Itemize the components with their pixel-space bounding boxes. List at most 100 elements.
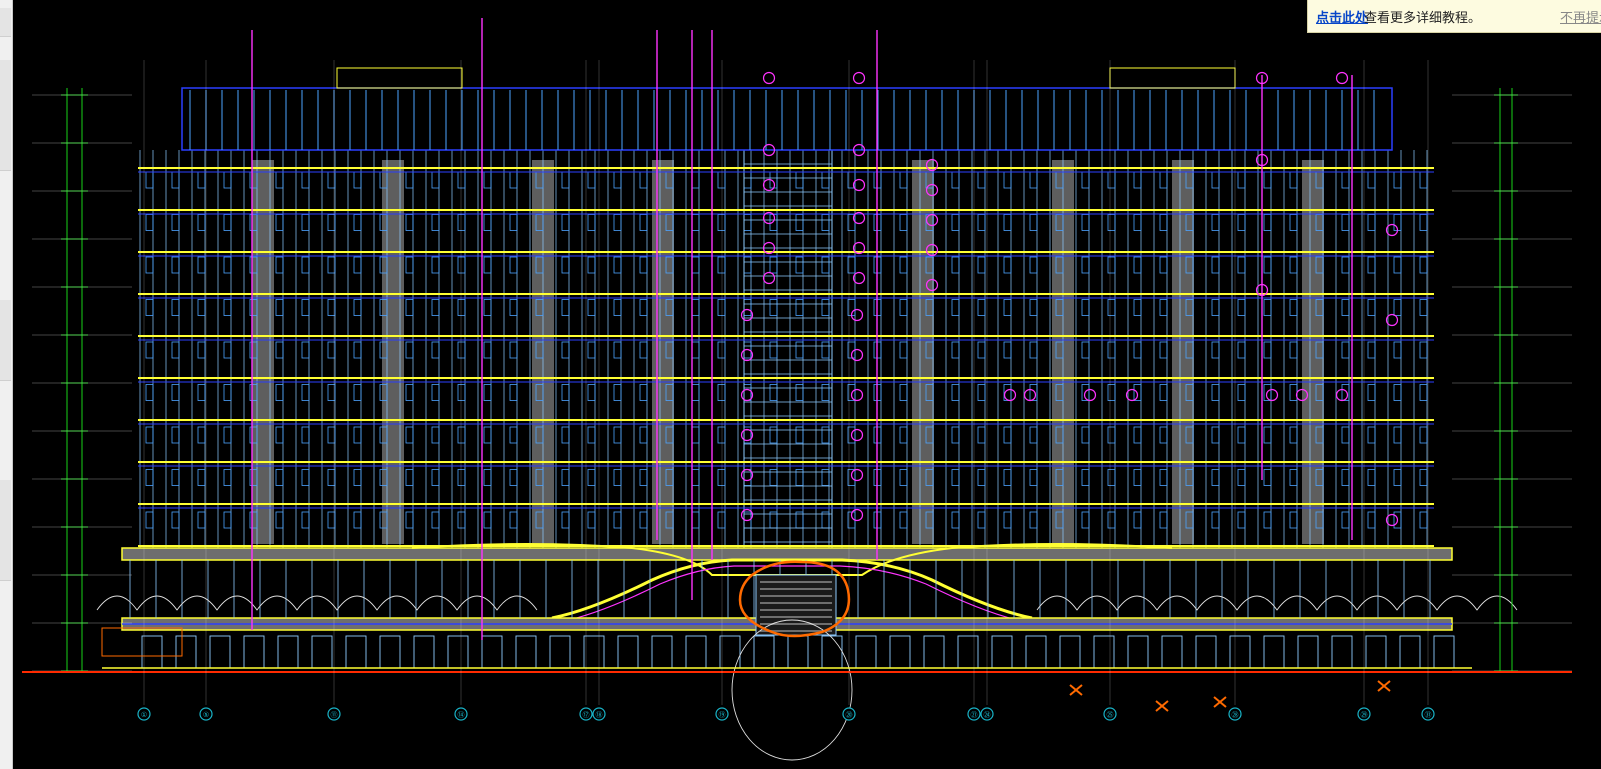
window-frame: [275, 256, 284, 274]
window-frame: [769, 341, 778, 359]
window-frame: [353, 426, 362, 444]
window-frame: [1237, 256, 1246, 274]
window-frame: [795, 341, 804, 359]
window-frame: [1107, 426, 1116, 444]
window-frame: [431, 256, 440, 274]
window-frame: [171, 469, 180, 486]
window-frame: [509, 426, 518, 444]
window-frame: [275, 214, 284, 231]
window-frame: [483, 511, 492, 529]
storefront-panel: [1127, 635, 1149, 669]
window-frame: [301, 469, 310, 486]
storefront-panel: [753, 635, 775, 669]
panel-tab[interactable]: [0, 300, 11, 381]
window-frame: [1419, 426, 1428, 444]
window-frame: [717, 469, 726, 486]
panel-tab[interactable]: [0, 60, 11, 171]
window-frame: [275, 469, 284, 486]
tutorial-link[interactable]: 点击此处: [1316, 7, 1368, 26]
window-frame: [1133, 299, 1142, 316]
window-frame: [1341, 469, 1350, 486]
window-frame: [899, 299, 908, 316]
window-frame: [457, 384, 466, 401]
window-frame: [483, 299, 492, 316]
window-frame: [1341, 341, 1350, 359]
roof-penthouse: [1109, 67, 1236, 89]
storefront-panel: [685, 635, 707, 669]
cad-elevation-drawing[interactable]: ① ⑤ ⑪ ⑭ ⑰⑱ ⑲ ⑳ ㉑㉔ ㉕ ㉘ ㉙ ㉛: [12, 0, 1601, 769]
window-frame: [1081, 256, 1090, 274]
window-frame: [1107, 214, 1116, 231]
window-frame: [457, 511, 466, 529]
window-frame: [821, 341, 830, 359]
storefront-panel: [515, 635, 537, 669]
window-frame: [509, 256, 518, 274]
window-frame: [1237, 299, 1246, 316]
window-frame: [1081, 171, 1090, 189]
window-frame: [1367, 469, 1376, 486]
storefront-panel: [311, 635, 333, 669]
window-frame: [587, 256, 596, 274]
roof-penthouse: [336, 67, 463, 89]
window-frame: [353, 299, 362, 316]
storefront-panel: [1093, 635, 1115, 669]
window-frame: [639, 469, 648, 486]
axis-label: ⑳: [846, 711, 853, 719]
window-frame: [951, 299, 960, 316]
storefront-panel: [855, 635, 877, 669]
window-frame: [769, 511, 778, 529]
window-frame: [951, 384, 960, 401]
window-frame: [1133, 341, 1142, 359]
window-frame: [1289, 384, 1298, 401]
window-frame: [1263, 469, 1272, 486]
window-frame: [1003, 341, 1012, 359]
column-band: [382, 160, 404, 544]
window-frame: [1341, 299, 1350, 316]
window-frame: [951, 341, 960, 359]
window-frame: [1289, 171, 1298, 189]
callout-bubble: [850, 308, 864, 322]
dismiss-tip-link[interactable]: 不再提示: [1560, 7, 1601, 26]
window-frame: [717, 426, 726, 444]
callout-bubble: [850, 508, 864, 522]
axis-label: ㉕: [1107, 711, 1114, 719]
window-frame: [1341, 511, 1350, 529]
window-frame: [457, 426, 466, 444]
storefront-panel: [923, 635, 945, 669]
window-frame: [951, 469, 960, 486]
window-frame: [457, 214, 466, 231]
window-frame: [1341, 171, 1350, 189]
window-frame: [405, 426, 414, 444]
window-frame: [1003, 214, 1012, 231]
window-frame: [1211, 341, 1220, 359]
storefront-panel: [549, 635, 571, 669]
window-frame: [639, 171, 648, 189]
window-frame: [821, 384, 830, 401]
window-frame: [301, 511, 310, 529]
callout-bubble: [1083, 388, 1097, 402]
panel-tab[interactable]: [0, 480, 11, 581]
window-frame: [1419, 214, 1428, 231]
window-frame: [1003, 511, 1012, 529]
window-frame: [1419, 256, 1428, 274]
storefront-panel: [1195, 635, 1217, 669]
storefront-panel: [277, 635, 299, 669]
window-frame: [1393, 469, 1402, 486]
window-frame: [743, 171, 752, 189]
window-frame: [1367, 171, 1376, 189]
window-frame: [457, 256, 466, 274]
window-frame: [353, 256, 362, 274]
window-frame: [353, 341, 362, 359]
window-frame: [483, 426, 492, 444]
panel-tab[interactable]: [0, 8, 11, 37]
window-frame: [223, 384, 232, 401]
window-frame: [899, 341, 908, 359]
window-frame: [1081, 511, 1090, 529]
window-frame: [639, 341, 648, 359]
window-frame: [1003, 171, 1012, 189]
window-frame: [223, 341, 232, 359]
window-frame: [1211, 256, 1220, 274]
window-frame: [223, 469, 232, 486]
window-frame: [691, 469, 700, 486]
window-frame: [1263, 426, 1272, 444]
